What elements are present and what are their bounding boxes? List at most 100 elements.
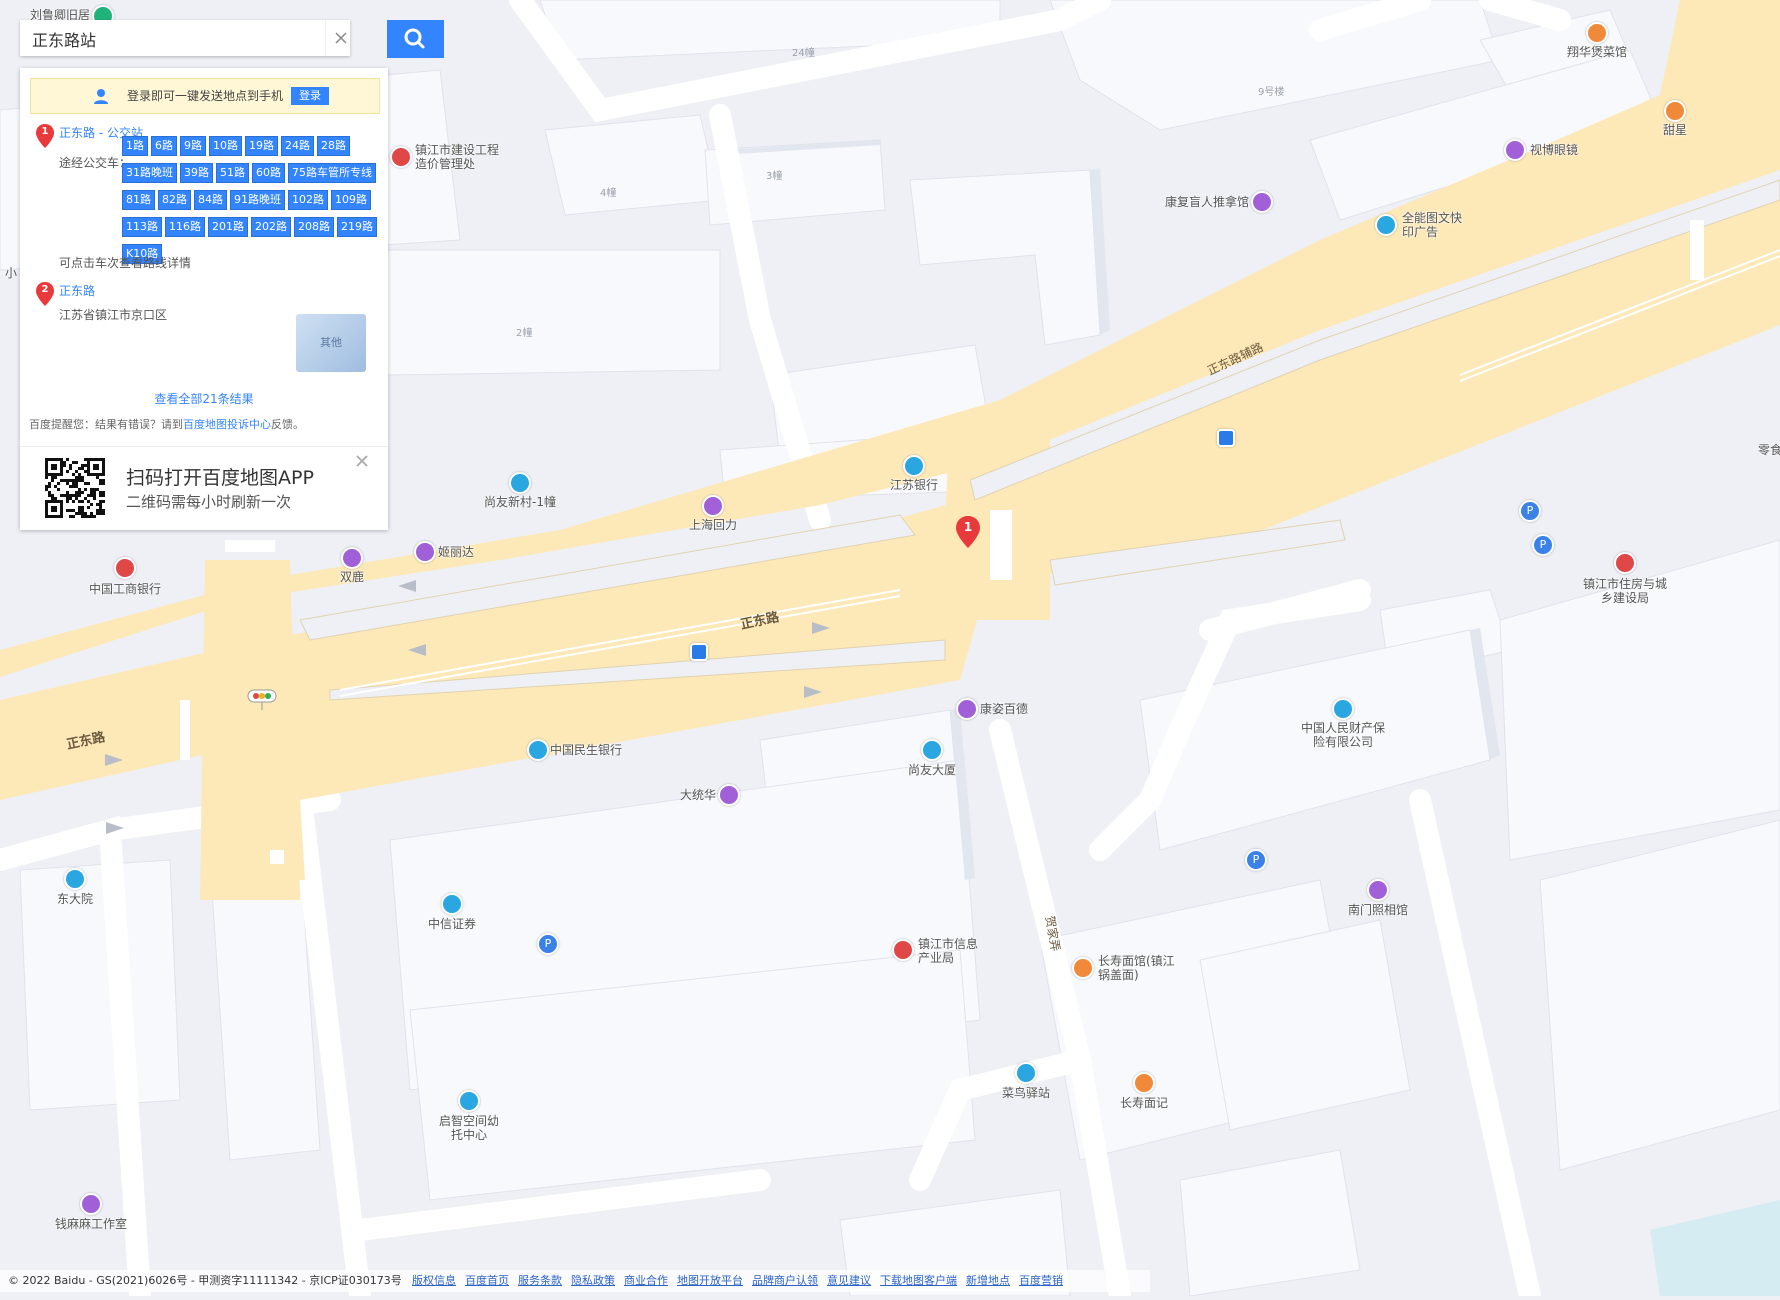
bus-route-tag[interactable]: 201路 (208, 217, 248, 237)
poi-label[interactable]: 江苏银行 (890, 478, 938, 492)
bus-route-tag[interactable]: 28路 (317, 136, 350, 156)
poi-icon[interactable] (80, 1193, 102, 1215)
result-2-thumbnail[interactable]: 其他 (296, 314, 366, 372)
poi-icon[interactable] (527, 739, 549, 761)
poi-icon[interactable] (458, 1090, 480, 1112)
bus-stop-icon[interactable] (690, 643, 708, 661)
footer-link[interactable]: 服务条款 (518, 1274, 562, 1287)
bus-route-tag[interactable]: 75路车管所专线 (288, 163, 376, 183)
qr-close-button[interactable] (354, 453, 370, 469)
footer-link[interactable]: 意见建议 (827, 1274, 871, 1287)
footer-link[interactable]: 百度营销 (1019, 1274, 1063, 1287)
poi-icon[interactable] (1664, 100, 1686, 122)
poi-icon[interactable] (390, 146, 412, 168)
poi-icon[interactable] (1015, 1062, 1037, 1084)
result-2-title[interactable]: 正东路 (59, 282, 95, 299)
poi-icon[interactable] (1614, 552, 1636, 574)
poi-label[interactable]: 上海回力 (689, 518, 737, 532)
bus-route-tag[interactable]: 84路 (194, 190, 227, 210)
poi-icon[interactable] (341, 547, 363, 569)
poi-icon[interactable] (903, 455, 925, 477)
poi-icon[interactable] (1133, 1072, 1155, 1094)
bus-route-tag[interactable]: 60路 (252, 163, 285, 183)
bus-route-tag[interactable]: 102路 (288, 190, 328, 210)
poi-icon[interactable] (509, 472, 531, 494)
poi-icon[interactable] (956, 698, 978, 720)
poi-label[interactable]: 双鹿 (340, 570, 364, 584)
poi-label[interactable]: 尚友大厦 (908, 763, 956, 777)
bus-route-tag[interactable]: 208路 (294, 217, 334, 237)
search-button[interactable] (387, 20, 444, 58)
poi-icon[interactable] (718, 784, 740, 806)
footer-link[interactable]: 下载地图客户端 (880, 1274, 957, 1287)
search-input[interactable] (30, 27, 304, 51)
poi-label[interactable]: 启智空间幼托中心 (439, 1114, 499, 1142)
parking-icon[interactable]: P (537, 933, 559, 955)
poi-label[interactable]: 康复盲人推拿馆 (1165, 195, 1249, 209)
view-all-results-link[interactable]: 查看全部21条结果 (20, 390, 388, 407)
poi-icon[interactable] (702, 495, 724, 517)
poi-icon[interactable] (414, 541, 436, 563)
bus-route-tag[interactable]: 81路 (122, 190, 155, 210)
poi-label[interactable]: 中信证券 (428, 917, 476, 931)
poi-label[interactable]: 中国民生银行 (550, 743, 622, 757)
poi-label[interactable]: 长寿面馆(镇江锅盖面) (1098, 954, 1178, 982)
poi-icon[interactable] (1251, 191, 1273, 213)
poi-icon[interactable] (892, 939, 914, 961)
poi-label[interactable]: 大统华 (680, 788, 716, 802)
poi-label[interactable]: 南门照相馆 (1348, 903, 1408, 917)
bus-route-tag[interactable]: 24路 (281, 136, 314, 156)
bus-route-tag[interactable]: 9路 (180, 136, 206, 156)
poi-label[interactable]: 中国工商银行 (89, 582, 161, 596)
bus-route-tag[interactable]: 31路晚班 (122, 163, 177, 183)
poi-icon[interactable] (1332, 698, 1354, 720)
bus-route-tag[interactable]: 116路 (165, 217, 205, 237)
poi-label[interactable]: 康姿百德 (980, 702, 1028, 716)
poi-icon[interactable] (921, 739, 943, 761)
bus-route-tag[interactable]: 6路 (151, 136, 177, 156)
poi-icon[interactable] (1367, 879, 1389, 901)
bus-route-tag[interactable]: 219路 (337, 217, 377, 237)
poi-label[interactable]: 全能图文快印广告 (1402, 211, 1462, 239)
parking-icon[interactable]: P (1519, 500, 1541, 522)
poi-label[interactable]: 姬丽达 (438, 545, 474, 559)
poi-icon[interactable] (114, 557, 136, 579)
poi-label[interactable]: 钱麻麻工作室 (55, 1217, 127, 1231)
bus-stop-icon[interactable] (1217, 429, 1235, 447)
poi-label[interactable]: 视博眼镜 (1530, 143, 1578, 157)
footer-link[interactable]: 地图开放平台 (677, 1274, 743, 1287)
login-button[interactable]: 登录 (291, 87, 329, 105)
poi-label[interactable]: 镇江市信息产业局 (918, 937, 982, 965)
clear-search-button[interactable] (325, 20, 356, 56)
bus-route-tag[interactable]: 1路 (122, 136, 148, 156)
footer-link[interactable]: 版权信息 (412, 1274, 456, 1287)
poi-label[interactable]: 镇江市建设工程造价管理处 (415, 143, 507, 171)
bus-route-tag[interactable]: 113路 (122, 217, 162, 237)
poi-label[interactable]: 翔华煲菜馆 (1567, 45, 1627, 59)
bus-route-tag[interactable]: 19路 (245, 136, 278, 156)
poi-label[interactable]: 菜鸟驿站 (1002, 1086, 1050, 1100)
poi-label[interactable]: 中国人民财产保险有限公司 (1301, 721, 1385, 749)
poi-label[interactable]: 东大院 (57, 892, 93, 906)
footer-link[interactable]: 百度首页 (465, 1274, 509, 1287)
poi-icon[interactable] (64, 868, 86, 890)
poi-label[interactable]: 尚友新村-1幢 (484, 495, 556, 509)
bus-route-tag[interactable]: 10路 (209, 136, 242, 156)
bus-route-tag[interactable]: 91路晚班 (230, 190, 285, 210)
poi-icon[interactable] (1072, 957, 1094, 979)
result-marker-icon[interactable]: 1 (956, 516, 980, 548)
bus-route-tag[interactable]: 109路 (331, 190, 371, 210)
bus-route-tag[interactable]: 51路 (216, 163, 249, 183)
poi-label[interactable]: 零食 (1758, 443, 1780, 457)
parking-icon[interactable]: P (1245, 849, 1267, 871)
bus-route-tag[interactable]: 82路 (158, 190, 191, 210)
poi-icon[interactable] (1504, 139, 1526, 161)
poi-label[interactable]: 甜星 (1663, 123, 1687, 137)
poi-icon[interactable] (1586, 22, 1608, 44)
poi-icon[interactable] (1375, 214, 1397, 236)
footer-link[interactable]: 品牌商户认领 (752, 1274, 818, 1287)
poi-label[interactable]: 长寿面记 (1120, 1096, 1168, 1110)
footer-link[interactable]: 商业合作 (624, 1274, 668, 1287)
bus-route-tag[interactable]: 202路 (251, 217, 291, 237)
footer-link[interactable]: 隐私政策 (571, 1274, 615, 1287)
